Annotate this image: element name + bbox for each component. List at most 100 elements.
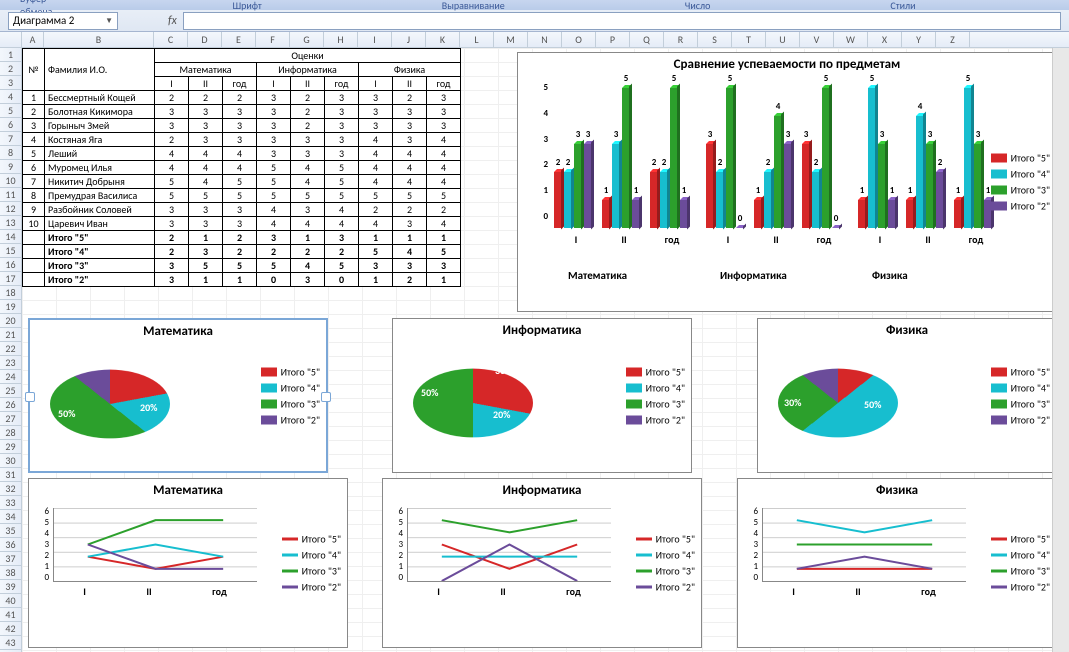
- row-header[interactable]: 32: [0, 482, 21, 496]
- hdr-period[interactable]: год: [325, 77, 359, 91]
- fx-icon[interactable]: fx: [168, 14, 177, 28]
- row-header[interactable]: 19: [0, 300, 21, 314]
- row-header[interactable]: 39: [0, 580, 21, 594]
- table-row[interactable]: 3Горыныч Змей333323333: [23, 119, 461, 133]
- col-header[interactable]: H: [324, 32, 358, 47]
- hdr-num[interactable]: №: [23, 49, 45, 91]
- row-header[interactable]: 29: [0, 440, 21, 454]
- chart-phys-line[interactable]: Физика 6543210 IIIгод Итого "5"Итого "4"…: [737, 478, 1057, 648]
- row-header[interactable]: 21: [0, 328, 21, 342]
- row-header[interactable]: 3: [0, 76, 21, 90]
- row-header[interactable]: 6: [0, 118, 21, 132]
- row-header[interactable]: 13: [0, 216, 21, 230]
- col-header[interactable]: R: [664, 32, 698, 47]
- hdr-subject[interactable]: Математика: [155, 63, 257, 77]
- row-header[interactable]: 41: [0, 608, 21, 622]
- hdr-subject[interactable]: Физика: [359, 63, 461, 77]
- col-header[interactable]: G: [290, 32, 324, 47]
- row-header[interactable]: 11: [0, 188, 21, 202]
- row-header[interactable]: 42: [0, 622, 21, 636]
- table-row[interactable]: 4Костяная Яга233333434: [23, 133, 461, 147]
- row-header[interactable]: 33: [0, 496, 21, 510]
- hdr-period[interactable]: II: [393, 77, 427, 91]
- col-header[interactable]: S: [698, 32, 732, 47]
- col-header[interactable]: F: [256, 32, 290, 47]
- row-header[interactable]: 8: [0, 146, 21, 160]
- row-header[interactable]: 23: [0, 356, 21, 370]
- col-header[interactable]: J: [392, 32, 426, 47]
- table-row[interactable]: 6Муромец Илья444545444: [23, 161, 461, 175]
- row-header[interactable]: 4: [0, 90, 21, 104]
- col-header[interactable]: I: [358, 32, 392, 47]
- col-header[interactable]: A: [22, 32, 44, 47]
- hdr-period[interactable]: II: [291, 77, 325, 91]
- row-header[interactable]: 37: [0, 552, 21, 566]
- row-header[interactable]: 20: [0, 314, 21, 328]
- hdr-period[interactable]: год: [427, 77, 461, 91]
- table-row[interactable]: 7Никитич Добрыня545545444: [23, 175, 461, 189]
- chart-phys-pie[interactable]: Физика 10% 50% 30% 10% Итого "5"Итого "4…: [757, 318, 1057, 473]
- row-header[interactable]: 14: [0, 230, 21, 244]
- table-total-row[interactable]: Итого "2"311030121: [23, 273, 461, 287]
- row-header[interactable]: 35: [0, 524, 21, 538]
- row-header[interactable]: 26: [0, 398, 21, 412]
- hdr-name[interactable]: Фамилия И.О.: [45, 49, 155, 91]
- hdr-period[interactable]: год: [223, 77, 257, 91]
- name-box[interactable]: Диаграмма 2 ▼: [8, 12, 118, 30]
- row-header[interactable]: 38: [0, 566, 21, 580]
- row-header[interactable]: 18: [0, 286, 21, 300]
- col-header[interactable]: M: [494, 32, 528, 47]
- select-all-corner[interactable]: [0, 32, 22, 47]
- col-header[interactable]: Y: [902, 32, 936, 47]
- col-header[interactable]: B: [44, 32, 154, 47]
- col-header[interactable]: T: [732, 32, 766, 47]
- col-header[interactable]: Q: [630, 32, 664, 47]
- table-row[interactable]: 10Царевич Иван333444434: [23, 217, 461, 231]
- vertical-scrollbar[interactable]: [1052, 48, 1069, 652]
- row-header[interactable]: 22: [0, 342, 21, 356]
- row-header[interactable]: 40: [0, 594, 21, 608]
- row-header[interactable]: 16: [0, 258, 21, 272]
- row-header[interactable]: 28: [0, 426, 21, 440]
- row-header[interactable]: 7: [0, 132, 21, 146]
- col-header[interactable]: Z: [936, 32, 970, 47]
- row-header[interactable]: 25: [0, 384, 21, 398]
- col-header[interactable]: C: [154, 32, 188, 47]
- column-headers[interactable]: ABCDEFGHIJKLMNOPQRSTUVWXYZ: [0, 32, 1069, 48]
- row-header[interactable]: 36: [0, 538, 21, 552]
- col-header[interactable]: W: [834, 32, 868, 47]
- chart-info-pie[interactable]: Информатика 30% 20% 50% Итого "5"Итого "…: [392, 318, 692, 473]
- row-header[interactable]: 30: [0, 454, 21, 468]
- col-header[interactable]: E: [222, 32, 256, 47]
- table-row[interactable]: 9Разбойник Соловей333434222: [23, 203, 461, 217]
- hdr-period[interactable]: I: [257, 77, 291, 91]
- row-headers[interactable]: 1234567891011121314151617181920212223242…: [0, 48, 22, 652]
- chart-math-pie[interactable]: Математика 20% 20% 50% 10% Итого "5"Итог…: [28, 318, 328, 473]
- row-header[interactable]: 24: [0, 370, 21, 384]
- table-total-row[interactable]: Итого "3"355545333: [23, 259, 461, 273]
- col-header[interactable]: D: [188, 32, 222, 47]
- table-row[interactable]: 1Бессмертный Кощей222323323: [23, 91, 461, 105]
- row-header[interactable]: 27: [0, 412, 21, 426]
- row-header[interactable]: 31: [0, 468, 21, 482]
- col-header[interactable]: O: [562, 32, 596, 47]
- row-header[interactable]: 15: [0, 244, 21, 258]
- table-row[interactable]: 8Премудрая Василиса555555555: [23, 189, 461, 203]
- chart-info-line[interactable]: Информатика 6543210 IIIгод Итого "5"Итог…: [382, 478, 702, 648]
- row-header[interactable]: 5: [0, 104, 21, 118]
- hdr-period[interactable]: II: [189, 77, 223, 91]
- row-header[interactable]: 34: [0, 510, 21, 524]
- col-header[interactable]: X: [868, 32, 902, 47]
- col-header[interactable]: L: [460, 32, 494, 47]
- table-total-row[interactable]: Итого "5"212313111: [23, 231, 461, 245]
- row-header[interactable]: 43: [0, 636, 21, 650]
- hdr-period[interactable]: I: [155, 77, 189, 91]
- hdr-period[interactable]: I: [359, 77, 393, 91]
- hdr-grades[interactable]: Оценки: [155, 49, 461, 63]
- row-header[interactable]: 2: [0, 62, 21, 76]
- row-header[interactable]: 12: [0, 202, 21, 216]
- col-header[interactable]: K: [426, 32, 460, 47]
- table-row[interactable]: 5Леший444333444: [23, 147, 461, 161]
- col-header[interactable]: V: [800, 32, 834, 47]
- col-header[interactable]: N: [528, 32, 562, 47]
